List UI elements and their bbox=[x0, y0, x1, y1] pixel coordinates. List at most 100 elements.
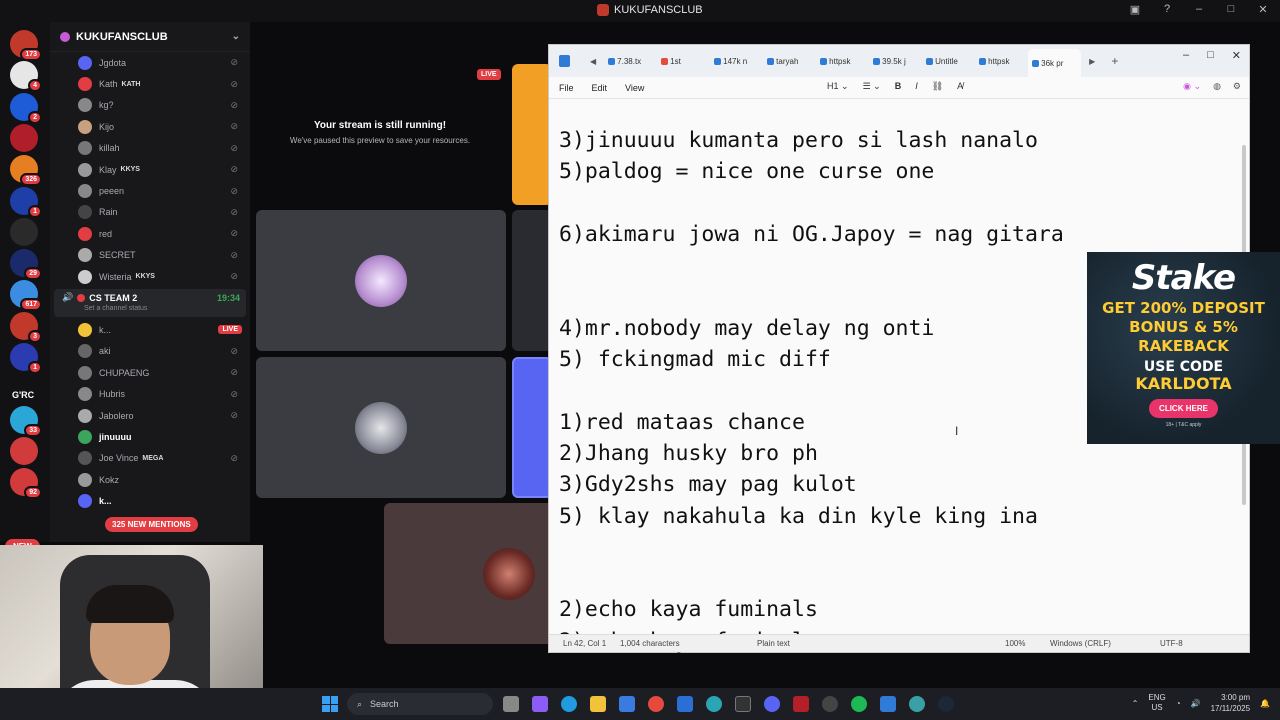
notepad-tab[interactable]: 39.5k j bbox=[869, 57, 922, 66]
server-header[interactable]: KUKUFANSCLUB ⌄ bbox=[50, 22, 250, 52]
steam-icon[interactable] bbox=[938, 696, 954, 712]
notepad-text-area[interactable]: 3)jinuuuu kumanta pero si lash nanalo 5)p… bbox=[559, 125, 1064, 657]
member-item[interactable]: k... bbox=[50, 490, 250, 511]
server-icon[interactable]: 33 bbox=[10, 405, 42, 437]
copilot-app-icon[interactable] bbox=[532, 696, 548, 712]
member-item[interactable]: Jgdota ⊘ bbox=[50, 52, 250, 73]
server-icon[interactable] bbox=[10, 436, 38, 465]
clock[interactable]: 3:00 pm 17/11/2025 bbox=[1211, 692, 1250, 714]
account-icon[interactable]: ◍ bbox=[1213, 81, 1221, 92]
member-item[interactable]: peeen ⊘ bbox=[50, 180, 250, 201]
tray-overflow-icon[interactable]: ⌃ bbox=[1132, 699, 1139, 708]
member-item[interactable]: jinuuuu bbox=[50, 426, 250, 447]
server-icon[interactable]: 1 bbox=[10, 343, 42, 374]
editor-maximize-button[interactable]: □ bbox=[1207, 49, 1214, 62]
discord-icon[interactable] bbox=[764, 696, 780, 712]
edge-icon[interactable] bbox=[561, 696, 577, 712]
list-icon[interactable]: ☰ ⌄ bbox=[863, 81, 881, 92]
member-item[interactable]: Kokz bbox=[50, 469, 250, 490]
notepad-tab[interactable]: httpsk bbox=[816, 57, 869, 66]
chrome-icon[interactable] bbox=[648, 696, 664, 712]
notepad-tab[interactable]: httpsk bbox=[975, 57, 1028, 66]
notepad-tab[interactable]: 7.38.tx bbox=[604, 57, 657, 66]
member-item[interactable]: Klay KKYS ⊘ bbox=[50, 159, 250, 180]
server-icon[interactable]: 326 bbox=[10, 155, 42, 187]
new-mentions-pill[interactable]: 325 NEW MENTIONS bbox=[105, 517, 198, 532]
notepad-tab[interactable]: Untitle bbox=[922, 57, 975, 66]
member-item[interactable]: CHUPAENG ⊘ bbox=[50, 362, 250, 383]
server-icon[interactable]: 617 bbox=[10, 280, 42, 312]
mail-icon[interactable] bbox=[677, 696, 693, 712]
chevron-down-icon[interactable]: ⌄ bbox=[232, 31, 240, 42]
participant-tile[interactable] bbox=[256, 210, 506, 351]
notepad-tab[interactable]: 36k pr bbox=[1028, 49, 1082, 77]
server-icon[interactable]: 92 bbox=[10, 468, 42, 500]
notification-icon[interactable]: 🔔 bbox=[1260, 699, 1270, 708]
task-view-icon[interactable] bbox=[503, 696, 519, 712]
maximize-button[interactable]: □ bbox=[1222, 3, 1240, 16]
inbox-icon[interactable]: ▣ bbox=[1126, 3, 1144, 16]
minimize-button[interactable]: – bbox=[1190, 3, 1208, 16]
server-icon[interactable] bbox=[10, 123, 38, 152]
store-icon[interactable] bbox=[619, 696, 635, 712]
terminal-icon[interactable] bbox=[735, 696, 751, 712]
encoding[interactable]: UTF-8 bbox=[1160, 639, 1183, 648]
bold-icon[interactable]: B bbox=[895, 81, 902, 92]
close-button[interactable]: ✕ bbox=[1254, 3, 1272, 16]
server-icon[interactable]: 3 bbox=[10, 311, 42, 343]
server-icon[interactable]: 4 bbox=[10, 61, 42, 93]
server-icon[interactable]: 2 bbox=[10, 92, 42, 124]
participant-tile[interactable] bbox=[512, 210, 552, 351]
language-indicator[interactable]: ENG US bbox=[1148, 693, 1165, 713]
member-item[interactable]: Kijo ⊘ bbox=[50, 116, 250, 137]
member-item[interactable]: Wisteria KKYS ⊘ bbox=[50, 266, 250, 287]
notepad-tab[interactable]: 147k n bbox=[710, 57, 763, 66]
tab-scroll-left-icon[interactable]: ◀ bbox=[590, 57, 596, 66]
member-item[interactable]: Hubris ⊘ bbox=[50, 383, 250, 404]
tab-scroll-right-icon[interactable]: ▶ bbox=[1089, 57, 1095, 66]
menu-edit[interactable]: Edit bbox=[592, 83, 608, 93]
copilot-icon[interactable]: ◉ ⌄ bbox=[1183, 81, 1201, 92]
obs-icon[interactable] bbox=[822, 696, 838, 712]
server-icon[interactable]: 29 bbox=[10, 249, 42, 281]
member-item[interactable]: red ⊘ bbox=[50, 223, 250, 244]
notepad-taskbar-icon[interactable] bbox=[880, 696, 896, 712]
settings-gear-icon[interactable]: ⚙ bbox=[1233, 81, 1241, 92]
voice-channel[interactable]: 🔊 CS TEAM 2 Set a channel status 19:34 bbox=[54, 289, 246, 318]
server-icon[interactable]: 1 bbox=[10, 186, 42, 218]
help-icon[interactable]: ? bbox=[1158, 3, 1176, 16]
windows-start-icon[interactable] bbox=[322, 696, 338, 712]
zoom-level[interactable]: 100% bbox=[1005, 639, 1025, 648]
notepad-tab[interactable]: taryah bbox=[763, 57, 816, 66]
ad-click-button[interactable]: CLICK HERE bbox=[1149, 399, 1218, 418]
editor-close-button[interactable]: ✕ bbox=[1232, 49, 1241, 62]
server-label[interactable]: G'RC bbox=[12, 390, 34, 400]
file-explorer-icon[interactable] bbox=[590, 696, 606, 712]
wifi-icon[interactable]: ◔ bbox=[1176, 699, 1181, 708]
stream-tile-orange[interactable] bbox=[512, 64, 552, 205]
app-icon[interactable] bbox=[909, 696, 925, 712]
participant-tile[interactable] bbox=[512, 357, 552, 498]
clear-format-icon[interactable]: A̸ bbox=[957, 81, 963, 92]
link-icon[interactable]: ⛓ bbox=[932, 81, 943, 92]
channel-status[interactable]: Set a channel status bbox=[62, 305, 238, 312]
notepad-tab[interactable]: 1st bbox=[657, 57, 710, 66]
member-item[interactable]: Jabolero ⊘ bbox=[50, 405, 250, 426]
server-icon[interactable] bbox=[10, 217, 38, 246]
member-item[interactable]: SECRET ⊘ bbox=[50, 245, 250, 266]
spotify-icon[interactable] bbox=[851, 696, 867, 712]
member-item[interactable]: k... LIVE bbox=[50, 319, 250, 340]
menu-view[interactable]: View bbox=[625, 83, 644, 93]
edge-alt-icon[interactable] bbox=[706, 696, 722, 712]
red-app-icon[interactable] bbox=[793, 696, 809, 712]
member-item[interactable]: Joe Vince MEGA ⊘ bbox=[50, 448, 250, 469]
format-indicator[interactable]: Plain text bbox=[757, 639, 790, 648]
new-tab-button[interactable]: + bbox=[1111, 54, 1118, 68]
line-ending[interactable]: Windows (CRLF) bbox=[1050, 639, 1111, 648]
participant-tile[interactable] bbox=[256, 357, 506, 498]
italic-icon[interactable]: I bbox=[915, 81, 918, 92]
member-item[interactable]: killah ⊘ bbox=[50, 138, 250, 159]
member-item[interactable]: kg? ⊘ bbox=[50, 95, 250, 116]
taskbar-search[interactable]: ⌕ Search bbox=[347, 693, 493, 715]
editor-minimize-button[interactable]: – bbox=[1183, 49, 1189, 62]
